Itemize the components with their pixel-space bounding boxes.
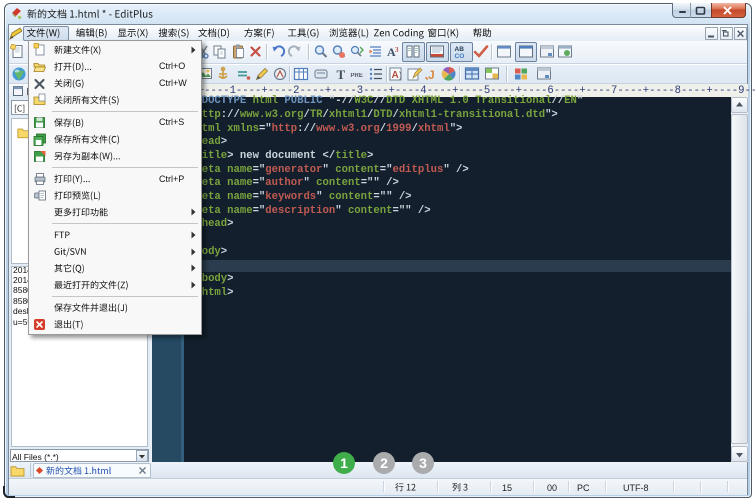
svg-text:3: 3 bbox=[395, 46, 399, 54]
svg-text:AB: AB bbox=[455, 46, 465, 53]
svg-text:J: J bbox=[428, 68, 435, 82]
svg-text:T: T bbox=[337, 67, 346, 82]
svg-text:A: A bbox=[392, 70, 399, 81]
svg-text:PRE: PRE bbox=[351, 73, 363, 79]
svg-text:): ) bbox=[399, 70, 402, 80]
svg-text:CO: CO bbox=[455, 53, 465, 60]
